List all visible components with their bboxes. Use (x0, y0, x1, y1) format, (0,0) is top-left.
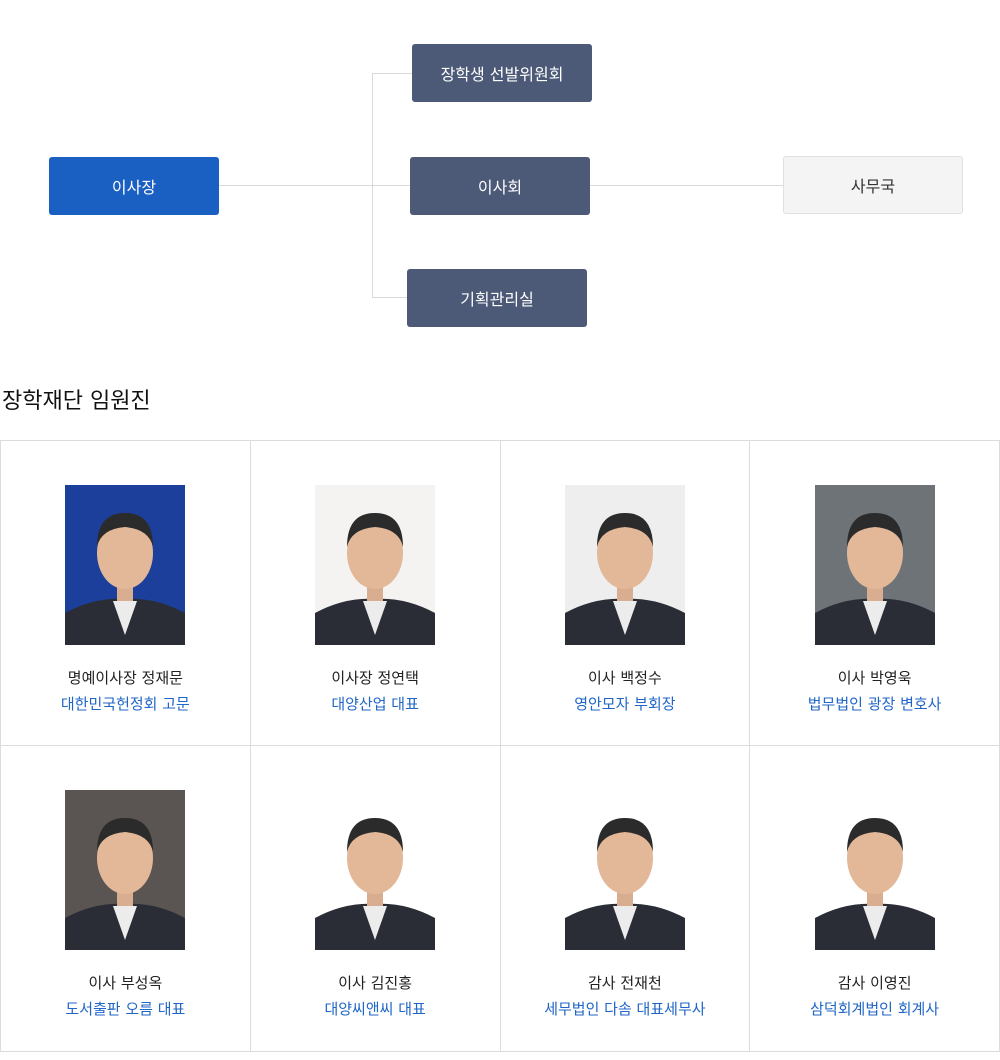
member-name: 감사 이영진 (837, 974, 912, 992)
board-label: 이사회 (477, 178, 523, 197)
member-photo (564, 485, 685, 645)
member-name: 이사 백정수 (587, 669, 662, 687)
member-card: 이사 박영욱 법무법인 광장 변호사 (750, 441, 1000, 746)
member-photo (315, 485, 436, 645)
member-organization: 영안모자 부회장 (574, 695, 676, 713)
office-box[interactable]: 사무국 (783, 156, 963, 214)
connector-vertical (372, 73, 373, 298)
portrait-image (564, 485, 685, 645)
member-photo (814, 790, 935, 950)
connector-committee (372, 73, 412, 74)
chairman-label: 이사장 (111, 178, 157, 197)
member-organization: 세무법인 다솜 대표세무사 (544, 1000, 706, 1018)
portrait-image (65, 790, 186, 950)
member-photo (315, 790, 436, 950)
section-title: 장학재단 임원진 (2, 389, 151, 414)
member-organization: 대한민국헌정회 고문 (60, 695, 190, 713)
member-card: 이사 김진홍 대양씨앤씨 대표 (250, 746, 501, 1052)
member-photo (814, 485, 935, 645)
member-card: 감사 전재천 세무법인 다솜 대표세무사 (500, 746, 751, 1052)
connector-planning (372, 297, 407, 298)
member-organization: 대양산업 대표 (331, 695, 419, 713)
member-name: 이사 김진홍 (338, 974, 413, 992)
member-card: 이사 백정수 영안모자 부회장 (500, 441, 751, 746)
member-name: 명예이사장 정재문 (67, 669, 183, 687)
board-box[interactable]: 이사회 (410, 157, 590, 215)
member-name: 이사 박영욱 (837, 669, 912, 687)
chairman-box[interactable]: 이사장 (49, 157, 219, 215)
member-photo (65, 790, 186, 950)
connector-chair-board (219, 185, 410, 186)
committee-label: 장학생 선발위원회 (440, 65, 564, 84)
board-members-grid: 명예이사장 정재문 대한민국헌정회 고문 이사장 정연택 대양산업 대표 이사 … (0, 440, 1000, 1052)
portrait-image (814, 485, 935, 645)
member-organization: 삼덕회계법인 회계사 (810, 1000, 940, 1018)
member-name: 이사장 정연택 (331, 669, 419, 687)
portrait-image (564, 790, 685, 950)
member-photo (564, 790, 685, 950)
member-card: 이사 부성옥 도서출판 오름 대표 (1, 746, 251, 1052)
org-chart: 이사장 장학생 선발위원회 이사회 기획관리실 사무국 (0, 0, 1000, 345)
portrait-image (315, 790, 436, 950)
planning-box[interactable]: 기획관리실 (407, 269, 587, 327)
office-label: 사무국 (850, 177, 896, 196)
connector-board-office (590, 185, 783, 186)
portrait-image (814, 790, 935, 950)
portrait-image (315, 485, 436, 645)
committee-box[interactable]: 장학생 선발위원회 (412, 44, 592, 102)
member-name: 감사 전재천 (587, 974, 662, 992)
member-organization: 법무법인 광장 변호사 (807, 695, 942, 713)
member-card: 명예이사장 정재문 대한민국헌정회 고문 (1, 441, 251, 746)
member-photo (65, 485, 186, 645)
portrait-image (65, 485, 186, 645)
member-organization: 대양씨앤씨 대표 (324, 1000, 426, 1018)
member-name: 이사 부성옥 (88, 974, 163, 992)
planning-label: 기획관리실 (460, 290, 534, 309)
member-organization: 도서출판 오름 대표 (65, 1000, 186, 1018)
member-card: 감사 이영진 삼덕회계법인 회계사 (750, 746, 1000, 1052)
member-card: 이사장 정연택 대양산업 대표 (250, 441, 501, 746)
